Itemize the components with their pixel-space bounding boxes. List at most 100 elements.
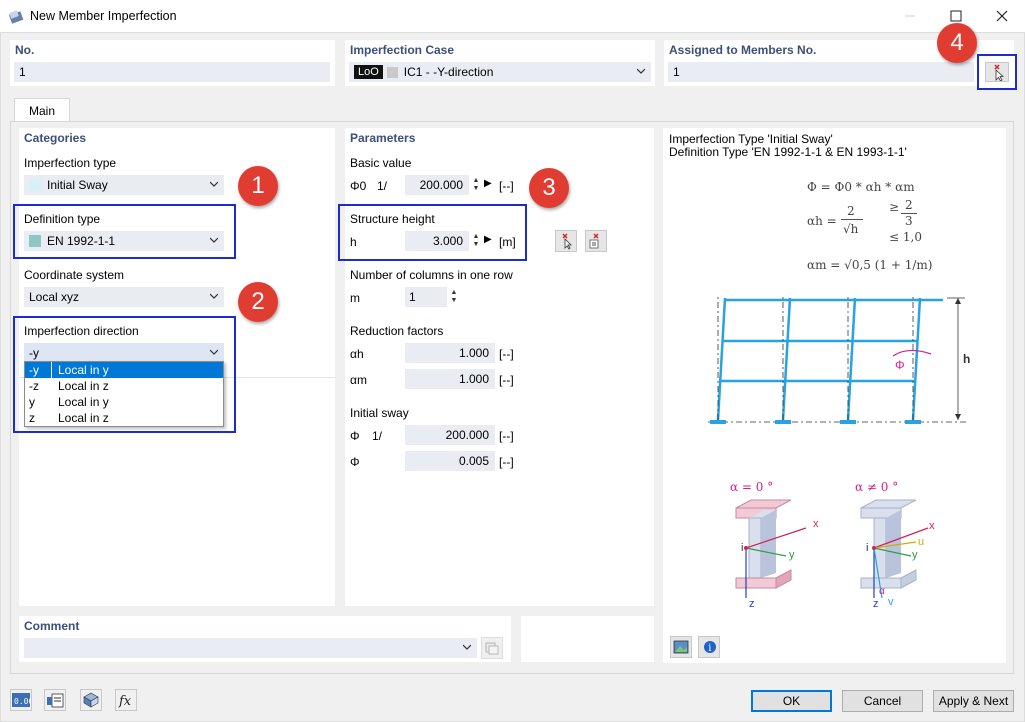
callout-badge-2: 2	[238, 282, 278, 322]
no-label: No.	[15, 43, 35, 57]
parameters-panel: Parameters Basic value Φ0 1/ 200.000 ▲ ▼ …	[345, 128, 654, 606]
view-button[interactable]	[80, 689, 102, 711]
close-button[interactable]	[979, 0, 1025, 32]
phi-inv-prefix: 1/	[372, 429, 383, 443]
comment-input[interactable]	[24, 638, 477, 658]
columns-spinner[interactable]: ▲ ▼	[449, 287, 459, 307]
parameters-title: Parameters	[350, 131, 416, 145]
title-bar: New Member Imperfection	[0, 0, 1025, 32]
alpha-m-unit: [--]	[499, 373, 514, 387]
info-panel: Imperfection Type 'Initial Sway' Definit…	[663, 128, 1006, 663]
info-line-2: Definition Type 'EN 1992-1-1 & EN 1993-1…	[669, 145, 907, 159]
image-icon	[673, 640, 689, 654]
chevron-down-icon	[463, 644, 471, 650]
reduction-factors-label: Reduction factors	[350, 324, 444, 338]
axis-u-label: u	[918, 536, 925, 548]
alpha-m-symbol: αm	[350, 373, 367, 387]
formula-phi: Φ = Φ0 * αh * αm	[807, 180, 915, 194]
axis-i-label: i	[741, 542, 744, 554]
phi-inv-value: 200.000	[405, 425, 495, 445]
coordinate-system-value: Local xyz	[29, 290, 80, 304]
comment-library-button[interactable]	[481, 637, 503, 659]
formula-alpha-h-num: 2	[847, 204, 855, 218]
formula-alpha-h-ge: ≥	[889, 200, 900, 214]
section-alpha-nonzero-title: α ≠ 0 °	[855, 480, 899, 494]
callout-badge-1: 1	[238, 166, 278, 206]
ok-button[interactable]: OK	[751, 690, 832, 712]
imperfection-case-value: IC1 - -Y-direction	[403, 65, 494, 79]
coordinate-system-label: Coordinate system	[24, 268, 125, 282]
coordinate-system-select[interactable]: Local xyz	[24, 287, 224, 307]
phi-unit: [--]	[499, 455, 514, 469]
maximize-icon	[950, 10, 962, 22]
arrow-right-icon[interactable]: ▶	[484, 178, 492, 189]
axis-x-label: x	[813, 518, 819, 530]
formula-button[interactable]: fx	[115, 689, 137, 711]
assigned-label: Assigned to Members No.	[669, 43, 817, 57]
cancel-button[interactable]: Cancel	[842, 690, 923, 712]
no-panel: No. 1	[10, 40, 335, 86]
columns-input[interactable]: 1	[405, 287, 447, 307]
comment-label: Comment	[24, 619, 80, 633]
fraction-bar	[841, 219, 863, 220]
assigned-members-field[interactable]: 1	[668, 62, 974, 82]
pick-member-icon	[589, 233, 599, 249]
imperfection-type-select[interactable]: Initial Sway	[24, 175, 224, 195]
formula-alpha-m: αm = √0,5 (1 + 1/m)	[807, 258, 933, 272]
axis-v-label: v	[888, 596, 894, 608]
svg-text:fx: fx	[118, 694, 132, 709]
highlight-structure-height	[338, 204, 527, 261]
axis-y-label: y	[789, 549, 795, 561]
info-icon: i	[704, 641, 716, 654]
pick-members-height-button[interactable]	[585, 230, 607, 252]
chevron-down-icon	[210, 181, 218, 187]
highlight-imperfection-direction	[13, 316, 236, 433]
imperfection-case-select[interactable]: LoO IC1 - -Y-direction	[349, 62, 651, 82]
section-alpha-zero-title: α = 0 °	[730, 480, 774, 494]
columns-label: Number of columns in one row	[350, 268, 513, 282]
tab-main[interactable]: Main	[14, 98, 70, 122]
pick-members-highlight	[977, 54, 1017, 90]
formula-alpha-h-ge-den: 3	[905, 214, 913, 228]
imperfection-case-label: Imperfection Case	[350, 43, 455, 57]
info-button[interactable]: i	[698, 636, 720, 658]
load-case-tag: LoO	[354, 65, 383, 79]
formula-alpha-h-den: √h	[843, 222, 859, 236]
basic-value-spinner[interactable]: ▲ ▼	[471, 175, 481, 195]
axis-i-label-2: i	[866, 542, 869, 554]
svg-text:i: i	[708, 643, 711, 654]
section-alpha-zero-diagram	[735, 499, 807, 598]
phi-symbol: Φ	[350, 455, 360, 469]
initial-sway-label: Initial sway	[350, 406, 409, 420]
formula-alpha-h-lhs: αh =	[807, 214, 837, 228]
axis-x-label-2: x	[929, 520, 935, 532]
basic-value-input[interactable]: 200.000	[405, 175, 469, 195]
info-line-1: Imperfection Type 'Initial Sway'	[669, 132, 833, 146]
minimize-button[interactable]	[887, 0, 933, 32]
view-icon	[83, 692, 99, 708]
units-button[interactable]: 0.00	[10, 689, 32, 711]
pick-cursor-icon	[994, 64, 1005, 82]
units-icon: 0.00	[12, 693, 31, 707]
model-data-button[interactable]	[44, 689, 66, 711]
alpha-h-symbol: αh	[350, 347, 364, 361]
pick-members-button[interactable]	[985, 62, 1009, 82]
comment-panel: Comment	[19, 616, 511, 662]
phi0-prefix: 1/	[377, 179, 388, 193]
apply-next-button[interactable]: Apply & Next	[933, 690, 1014, 712]
model-data-icon	[47, 693, 64, 708]
axis-y-label-2: y	[912, 549, 918, 561]
categories-title: Categories	[24, 131, 87, 145]
image-options-button[interactable]	[670, 636, 692, 658]
alpha-h-unit: [--]	[499, 347, 514, 361]
axis-z-label: z	[749, 598, 755, 610]
phi-value: 0.005	[405, 451, 495, 471]
alpha-m-value: 1.000	[405, 369, 495, 389]
formula-icon: fx	[118, 694, 132, 709]
alpha-h-value: 1.000	[405, 343, 495, 363]
no-field[interactable]: 1	[14, 62, 330, 82]
pick-height-button[interactable]	[555, 230, 577, 252]
app-icon	[8, 10, 24, 24]
empty-panel	[521, 616, 654, 662]
imperfection-case-panel: Imperfection Case LoO IC1 - -Y-direction	[345, 40, 655, 86]
